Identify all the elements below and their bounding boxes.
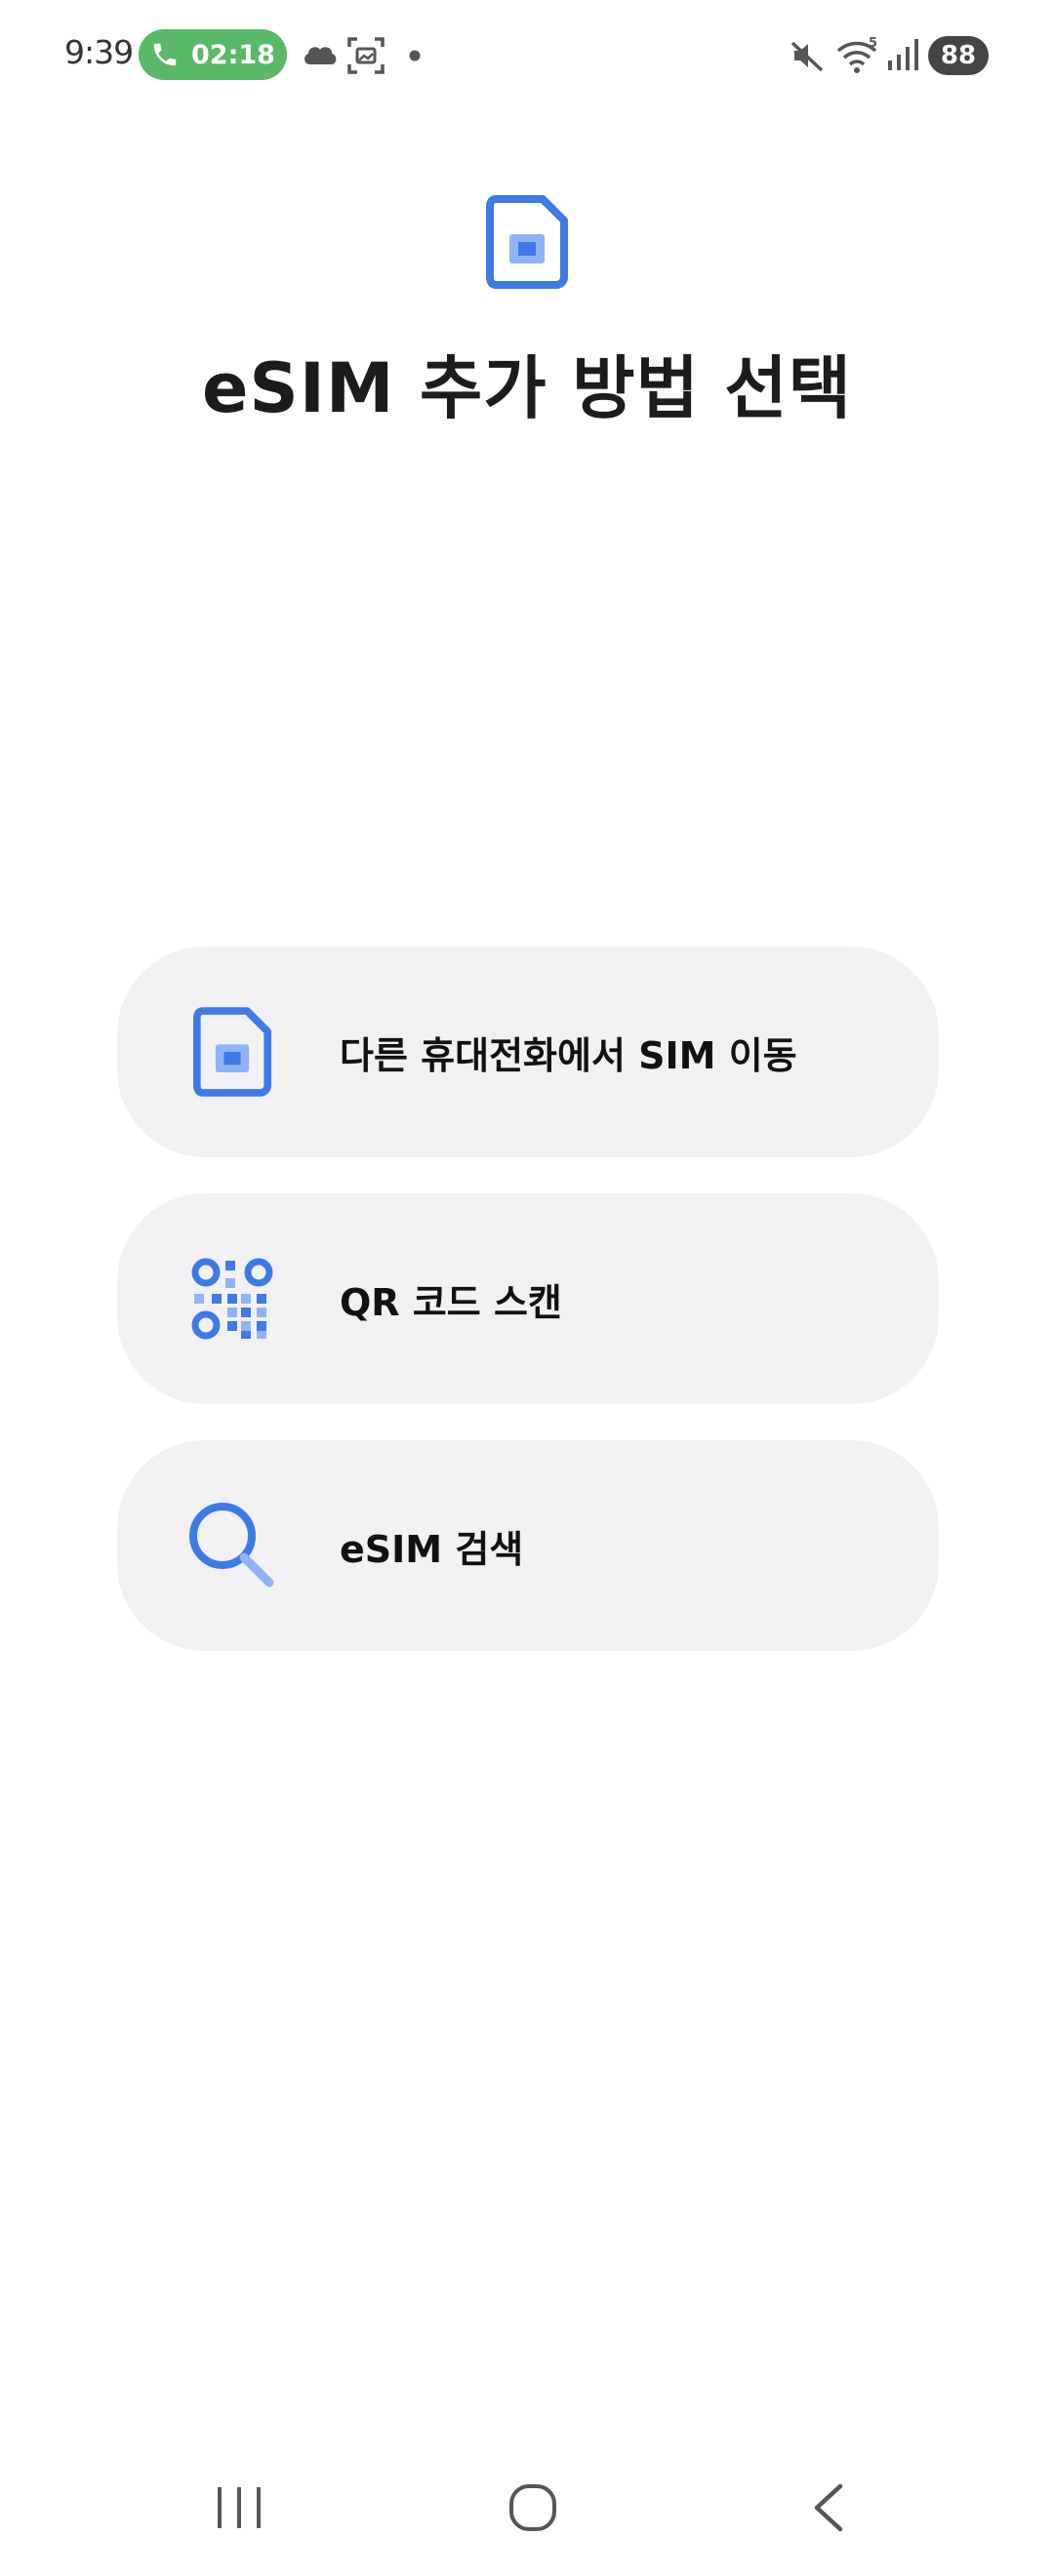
mute-icon bbox=[790, 41, 824, 72]
wifi-icon: 5 bbox=[836, 36, 877, 73]
option-scan-qr-code[interactable]: QR 코드 스캔 bbox=[117, 1193, 939, 1404]
svg-text:5: 5 bbox=[869, 36, 877, 51]
ongoing-call-pill[interactable]: 02:18 bbox=[139, 29, 287, 80]
cloud-icon bbox=[304, 47, 337, 64]
option-transfer-sim[interactable]: 다른 휴대전화에서 SIM 이동 bbox=[117, 946, 939, 1157]
battery-level: 88 bbox=[940, 41, 977, 70]
option-icon-container bbox=[185, 1499, 279, 1592]
phone-icon bbox=[153, 43, 177, 66]
sim-card-icon bbox=[193, 1007, 271, 1097]
recent-apps-icon bbox=[218, 2487, 261, 2528]
back-button[interactable] bbox=[771, 2459, 888, 2556]
status-time: 9:39 bbox=[64, 33, 134, 71]
back-icon bbox=[814, 2483, 843, 2532]
call-duration: 02:18 bbox=[191, 39, 275, 70]
option-icon-container bbox=[185, 1252, 279, 1346]
add-esim-option-list: 다른 휴대전화에서 SIM 이동 QR 코드 스캔 eSIM 검색 bbox=[117, 946, 939, 1687]
option-icon-container bbox=[185, 1005, 279, 1099]
recent-apps-button[interactable] bbox=[181, 2459, 298, 2556]
page-title: eSIM 추가 방법 선택 bbox=[201, 348, 853, 428]
signal-icon bbox=[888, 39, 918, 70]
navigation-bar bbox=[0, 2459, 1054, 2556]
option-label-transfer-sim: 다른 휴대전화에서 SIM 이동 bbox=[340, 1033, 797, 1077]
screenshot-icon bbox=[347, 37, 385, 74]
qr-code-icon bbox=[191, 1258, 273, 1340]
option-search-esim[interactable]: eSIM 검색 bbox=[117, 1440, 939, 1651]
status-bar: 9:39 02:18 5 88 bbox=[0, 0, 1054, 107]
option-label-search-esim: eSIM 검색 bbox=[340, 1527, 524, 1571]
battery-indicator: 88 bbox=[928, 36, 989, 75]
sim-card-icon bbox=[486, 195, 568, 289]
option-label-scan-qr-code: QR 코드 스캔 bbox=[340, 1280, 562, 1324]
home-button[interactable] bbox=[474, 2459, 591, 2556]
search-icon bbox=[189, 1503, 274, 1588]
home-icon bbox=[509, 2484, 556, 2531]
more-notifications-dot-icon bbox=[409, 50, 421, 61]
